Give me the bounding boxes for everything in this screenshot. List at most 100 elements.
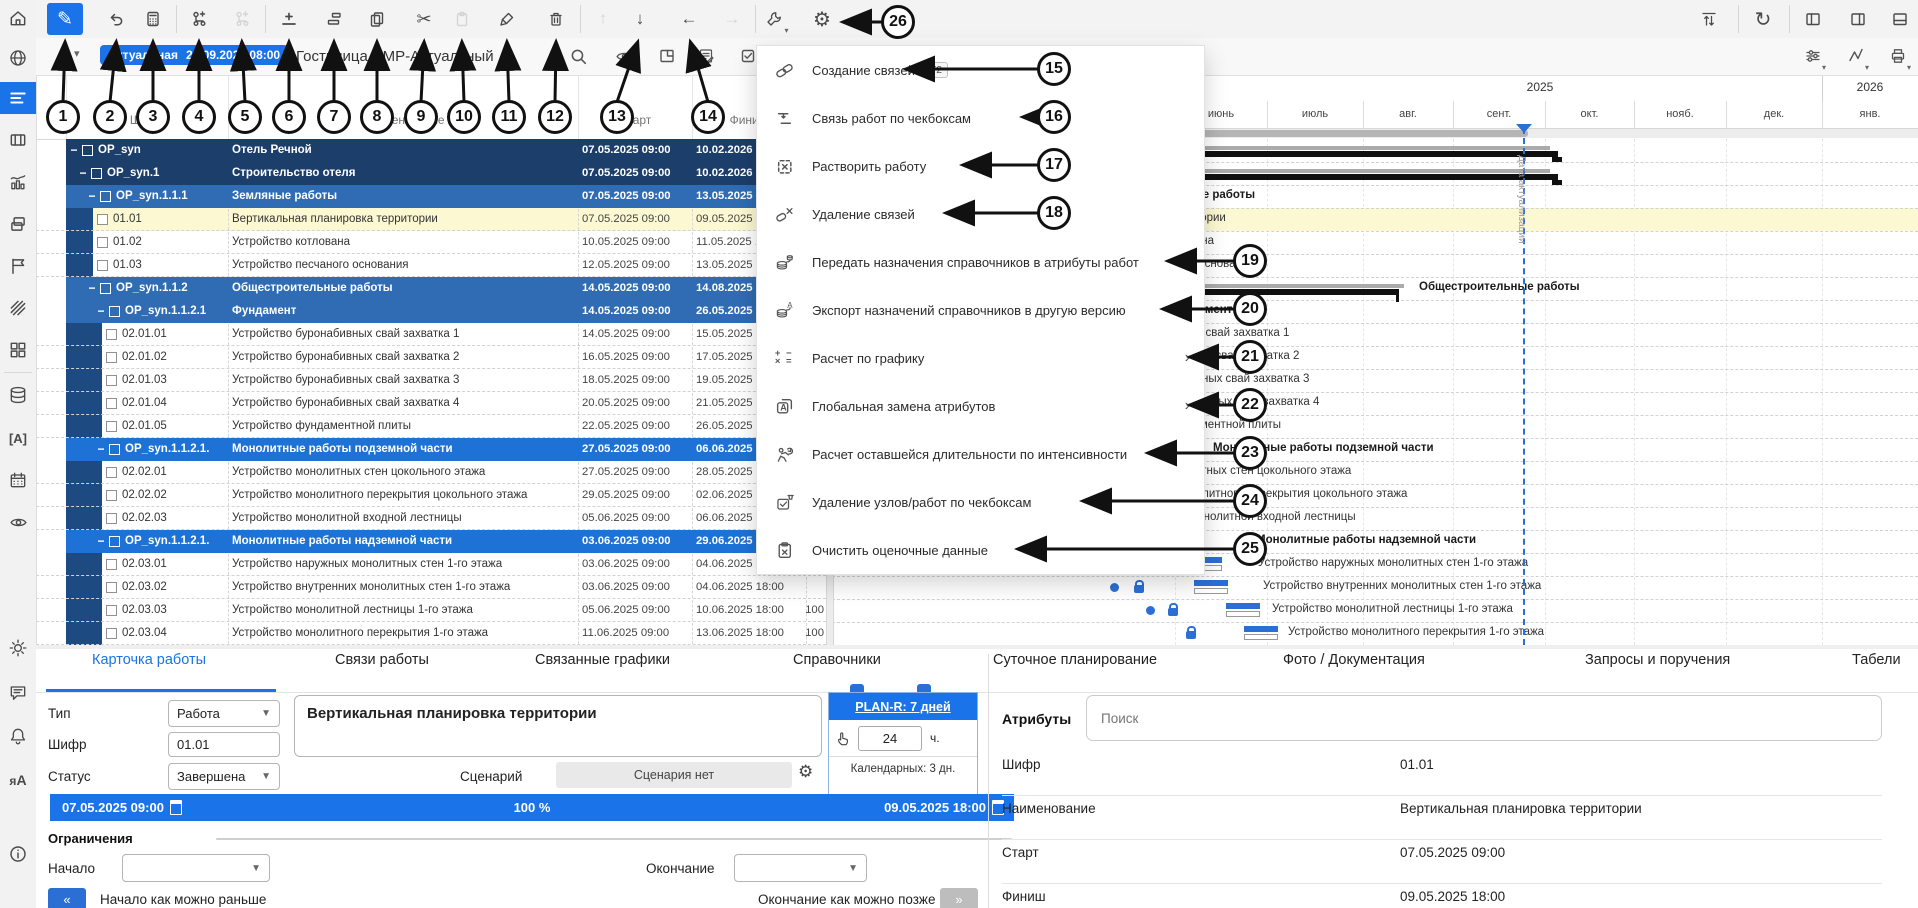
table-row[interactable]: 18−OP_syn.1.1.2.1.Монолитные работы надз… [0, 530, 832, 553]
tab-requests[interactable]: Запросы и поручения [1585, 652, 1730, 668]
plan-duration-link[interactable]: PLAN-R: 7 дней [855, 700, 950, 714]
row-checkbox[interactable] [82, 145, 93, 156]
table-row[interactable]: 2102.03.03Устройство монолитной лестницы… [0, 599, 832, 622]
table-row[interactable]: 1902.03.01Устройство наружных монолитных… [0, 553, 832, 576]
type-select[interactable]: Работа▼ [168, 700, 280, 727]
row-checkbox[interactable] [97, 260, 108, 271]
row-checkbox[interactable] [100, 283, 111, 294]
row-checkbox[interactable] [106, 421, 117, 432]
row-checkbox[interactable] [109, 444, 120, 455]
toolbar-button-tools[interactable]: ▾ [759, 3, 795, 35]
tab-daily-planning[interactable]: Суточное планирование [993, 652, 1157, 668]
date-badge[interactable]: 23.09.2025 08:00 [178, 45, 288, 65]
sidebar-item-layers[interactable] [0, 208, 36, 240]
attributes-search-input[interactable] [1086, 695, 1882, 741]
toolbar-button-copy[interactable] [359, 3, 395, 35]
sidebar-item-notifications[interactable] [0, 720, 36, 752]
toolbar-button-settings[interactable]: ⚙ [804, 3, 840, 35]
collapse-toggle[interactable]: − [68, 139, 80, 162]
toolbar-button-move-left[interactable]: ← [671, 3, 707, 35]
sidebar-item-home[interactable] [0, 2, 36, 34]
gantt-baseline-bar[interactable] [1244, 634, 1278, 640]
row-checkbox[interactable] [97, 237, 108, 248]
collapse-toggle[interactable]: − [95, 438, 107, 461]
toolbar-button-duplicate-task[interactable] [316, 3, 352, 35]
menu-item-delete-links[interactable]: Удаление связей [757, 190, 1204, 238]
sidebar-item-hatching[interactable] [0, 292, 36, 324]
plan-hours-input[interactable]: 24 [858, 726, 922, 751]
row-checkbox[interactable] [109, 306, 120, 317]
tab-photo-documentation[interactable]: Фото / Документация [1283, 652, 1425, 668]
row-checkbox[interactable] [91, 168, 102, 179]
row-checkbox[interactable] [106, 582, 117, 593]
table-row[interactable]: 601.03Устройство песчаного основания12.0… [0, 254, 832, 277]
table-row[interactable]: 1−OP_synОтель Речной07.05.2025 09:0010.0… [0, 139, 832, 162]
gantt-task-bar[interactable] [1244, 626, 1278, 632]
gantt-task-bar[interactable] [1194, 580, 1228, 586]
toolbar-button-move-right[interactable]: → [714, 3, 750, 35]
row-checkbox[interactable] [106, 513, 117, 524]
toolbar-button-link-style[interactable]: ▾ [1840, 40, 1876, 72]
gantt-task-bar[interactable] [1226, 603, 1260, 609]
sidebar-item-calendar[interactable] [0, 464, 36, 496]
toolbar-button-format-brush[interactable] [489, 3, 525, 35]
toolbar-button-visibility[interactable] [606, 40, 642, 72]
scenario-settings-icon[interactable]: ⚙ [798, 762, 813, 782]
asap-button[interactable]: « [48, 888, 86, 908]
menu-item-transfer-assignments[interactable]: Передать назначения справочников в атриб… [757, 238, 1204, 286]
menu-item-link-by-checkbox[interactable]: Связь работ по чекбоксам [757, 94, 1204, 142]
toolbar-button-cut[interactable]: ✂ [406, 3, 442, 35]
constraint-end-select[interactable]: ▼ [734, 854, 867, 882]
row-checkbox[interactable] [109, 536, 120, 547]
tab-linked-schedules[interactable]: Связанные графики [535, 652, 670, 668]
menu-item-create-links[interactable]: Создание связейF2 [757, 46, 1204, 94]
table-row[interactable]: 1202.01.04Устройство буронабивных свай з… [0, 392, 832, 415]
row-checkbox[interactable] [97, 214, 108, 225]
alap-button[interactable]: » [940, 888, 978, 908]
toolbar-button-delete[interactable] [538, 3, 574, 35]
table-row[interactable]: 7−OP_syn.1.1.2Общестроительные работы14.… [0, 277, 832, 300]
toolbar-button-move-up[interactable]: ↑ [585, 3, 621, 35]
sidebar-item-resources[interactable] [0, 166, 36, 198]
gantt-summary-bar[interactable] [1396, 289, 1399, 302]
collapse-toggle[interactable]: − [77, 162, 89, 185]
table-row[interactable]: 2−OP_syn.1Строительство отеля07.05.2025 … [0, 162, 832, 185]
sidebar-item-flag[interactable] [0, 250, 36, 282]
toolbar-button-edit-note[interactable] [688, 40, 724, 72]
row-checkbox[interactable] [106, 628, 117, 639]
toolbar-button-refresh[interactable]: ↻ [1745, 3, 1781, 35]
sidebar-item-schedule[interactable] [0, 82, 36, 114]
status-select[interactable]: Завершена▼ [168, 763, 280, 790]
toolbar-button-move-down[interactable]: ↓ [622, 3, 658, 35]
table-row[interactable]: 501.02Устройство котлована10.05.2025 09:… [0, 231, 832, 254]
table-row[interactable]: 14−OP_syn.1.1.2.1.Монолитные работы подз… [0, 438, 832, 461]
toolbar-button-undo[interactable] [98, 3, 134, 35]
toolbar-button-edit[interactable]: ✎ [47, 3, 83, 35]
table-row[interactable]: 1502.02.01Устройство монолитных стен цок… [0, 461, 832, 484]
constraint-start-select[interactable]: ▼ [122, 854, 270, 882]
sidebar-item-modules[interactable] [0, 334, 36, 366]
sidebar-item-info[interactable] [0, 838, 36, 870]
sidebar-item-globe[interactable] [0, 42, 36, 74]
gantt-baseline-bar[interactable] [1226, 611, 1260, 617]
row-checkbox[interactable] [106, 467, 117, 478]
sidebar-item-language[interactable]: яA [0, 764, 36, 796]
tab-work-links[interactable]: Связи работы [335, 652, 429, 668]
collapse-toggle[interactable]: − [95, 300, 107, 323]
code-input[interactable]: 01.01 [168, 732, 280, 757]
toolbar-button-add-node-secondary[interactable] [224, 3, 260, 35]
collapse-toggle[interactable]: − [86, 185, 98, 208]
sidebar-item-board[interactable] [0, 124, 36, 156]
toolbar-button-print[interactable]: ▾ [1882, 40, 1918, 72]
table-row[interactable]: 902.01.01Устройство буронабивных свай за… [0, 323, 832, 346]
toolbar-button-layout-right[interactable] [1840, 3, 1876, 35]
table-row[interactable]: 1102.01.03Устройство буронабивных свай з… [0, 369, 832, 392]
gantt-summary-bar[interactable] [1552, 180, 1562, 185]
tab-timesheets[interactable]: Табели [1852, 652, 1901, 668]
collapse-toggle[interactable]: − [86, 277, 98, 300]
table-row[interactable]: 2002.03.02Устройство внутренних монолитн… [0, 576, 832, 599]
table-row[interactable]: 1002.01.02Устройство буронабивных свай з… [0, 346, 832, 369]
menu-item-schedule-calculation[interactable]: + −× =Расчет по графику› [757, 334, 1204, 382]
table-row[interactable]: 1702.02.03Устройство монолитной входной … [0, 507, 832, 530]
table-row[interactable]: 3−OP_syn.1.1.1Земляные работы07.05.2025 … [0, 185, 832, 208]
